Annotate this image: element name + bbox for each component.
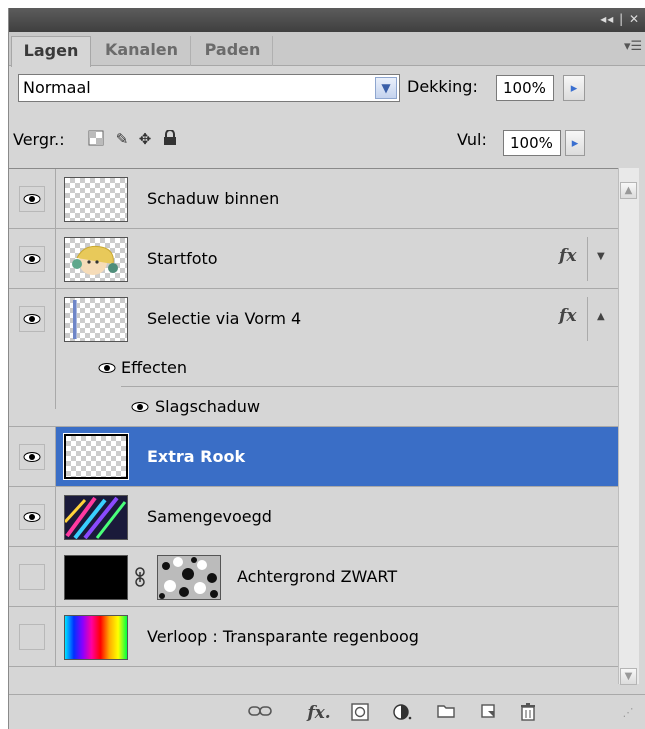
fx-icon[interactable]: fx (559, 246, 576, 266)
eye-icon[interactable] (19, 246, 45, 272)
add-style-icon[interactable]: fx. (305, 703, 333, 723)
eye-icon[interactable] (19, 186, 45, 212)
layer-thumbnail (63, 433, 129, 480)
transparency-lock-icon[interactable] (87, 130, 105, 148)
panel-menu-icon[interactable]: ▾☰ (624, 40, 642, 54)
mask-thumbnail (157, 555, 221, 600)
fx-icon[interactable]: fx (559, 306, 576, 326)
chevron-down-icon[interactable]: ▼ (375, 77, 397, 99)
layer-row[interactable]: Startfoto fx ▼ (9, 229, 618, 289)
effects-row[interactable]: Effecten (9, 349, 618, 387)
link-layers-icon[interactable] (247, 703, 273, 723)
resize-grip-icon[interactable]: ⋰ (619, 703, 637, 723)
fill-label: Vul: (457, 130, 487, 149)
opacity-label: Dekking: (407, 77, 478, 96)
expand-effects-icon[interactable]: ▼ (597, 251, 605, 262)
layer-thumbnail (64, 177, 128, 222)
scrollbar[interactable]: ▲ ▼ (618, 168, 639, 685)
lock-label: Vergr.: (13, 130, 65, 149)
photo-thumbnail (64, 237, 128, 282)
effect-row[interactable]: Slagschaduw (9, 387, 618, 427)
layer-name: Samengevoegd (147, 507, 272, 526)
tab-lagen[interactable]: Lagen (11, 36, 91, 67)
eye-icon[interactable] (19, 306, 45, 332)
blend-mode-value: Normaal (23, 78, 91, 97)
collapse-effects-icon[interactable]: ▲ (597, 311, 605, 322)
opacity-input[interactable]: 100% (496, 75, 554, 101)
layer-row[interactable]: Verloop : Transparante regenboog (9, 607, 618, 667)
effects-label: Effecten (121, 358, 188, 377)
layer-name: Achtergrond ZWART (237, 567, 398, 586)
layer-row[interactable]: Achtergrond ZWART (9, 547, 618, 607)
visibility-toggle[interactable] (19, 564, 45, 590)
eye-icon[interactable] (98, 363, 116, 373)
fill-input[interactable]: 100% (503, 130, 561, 156)
trash-icon[interactable] (517, 703, 539, 723)
panel-tabs: Lagen Kanalen Paden ▾☰ (9, 32, 645, 67)
eye-icon[interactable] (19, 444, 45, 470)
gradient-thumbnail (64, 615, 128, 660)
folder-icon[interactable] (435, 703, 457, 723)
scroll-down-icon[interactable]: ▼ (620, 668, 637, 685)
lock-row: Vergr.: ✎ ✥ Vul: 100% ▸ (9, 124, 645, 158)
layers-panel: ◂◂ | ✕ Lagen Kanalen Paden ▾☰ Normaal ▼ … (8, 8, 645, 729)
blend-mode-select[interactable]: Normaal ▼ (18, 74, 400, 102)
tab-paden[interactable]: Paden (193, 36, 273, 66)
eye-icon[interactable] (131, 402, 149, 412)
effect-name: Slagschaduw (155, 397, 261, 416)
layers-list: Schaduw binnen Startfoto fx ▼ Selectie v… (9, 168, 618, 685)
layer-thumbnail (64, 555, 128, 600)
visibility-toggle[interactable] (19, 624, 45, 650)
layer-name: Selectie via Vorm 4 (147, 309, 302, 328)
layer-row-selected[interactable]: Extra Rook (9, 427, 618, 487)
fill-slider-arrow-icon[interactable]: ▸ (565, 130, 585, 156)
layer-name: Startfoto (147, 249, 218, 268)
scroll-up-icon[interactable]: ▲ (620, 182, 637, 199)
tab-kanalen[interactable]: Kanalen (93, 36, 191, 66)
new-layer-icon[interactable] (477, 703, 499, 723)
bottom-toolbar: fx. ⋰ (9, 694, 645, 729)
padlock-icon[interactable] (161, 129, 179, 148)
add-mask-icon[interactable] (349, 703, 371, 723)
eye-icon[interactable] (19, 504, 45, 530)
layer-name: Verloop : Transparante regenboog (147, 627, 419, 646)
layer-row[interactable]: Selectie via Vorm 4 fx ▲ (9, 289, 618, 409)
layer-thumbnail (64, 297, 128, 342)
move-lock-icon[interactable]: ✥ (136, 130, 154, 148)
panel-titlebar: ◂◂ | ✕ (9, 8, 645, 32)
selection-highlight (56, 427, 618, 486)
adjustment-layer-icon[interactable] (391, 703, 415, 723)
blend-row: Normaal ▼ Dekking: 100% ▸ (9, 72, 645, 106)
layer-name: Extra Rook (147, 447, 246, 466)
link-icon[interactable] (135, 567, 145, 591)
brush-lock-icon[interactable]: ✎ (113, 130, 131, 148)
layer-name: Schaduw binnen (147, 189, 280, 208)
opacity-slider-arrow-icon[interactable]: ▸ (563, 75, 585, 101)
layer-row[interactable]: Samengevoegd (9, 487, 618, 547)
layer-row[interactable]: Schaduw binnen (9, 169, 618, 229)
panel-window-controls[interactable]: ◂◂ | ✕ (600, 12, 640, 26)
layer-thumbnail (63, 495, 128, 540)
